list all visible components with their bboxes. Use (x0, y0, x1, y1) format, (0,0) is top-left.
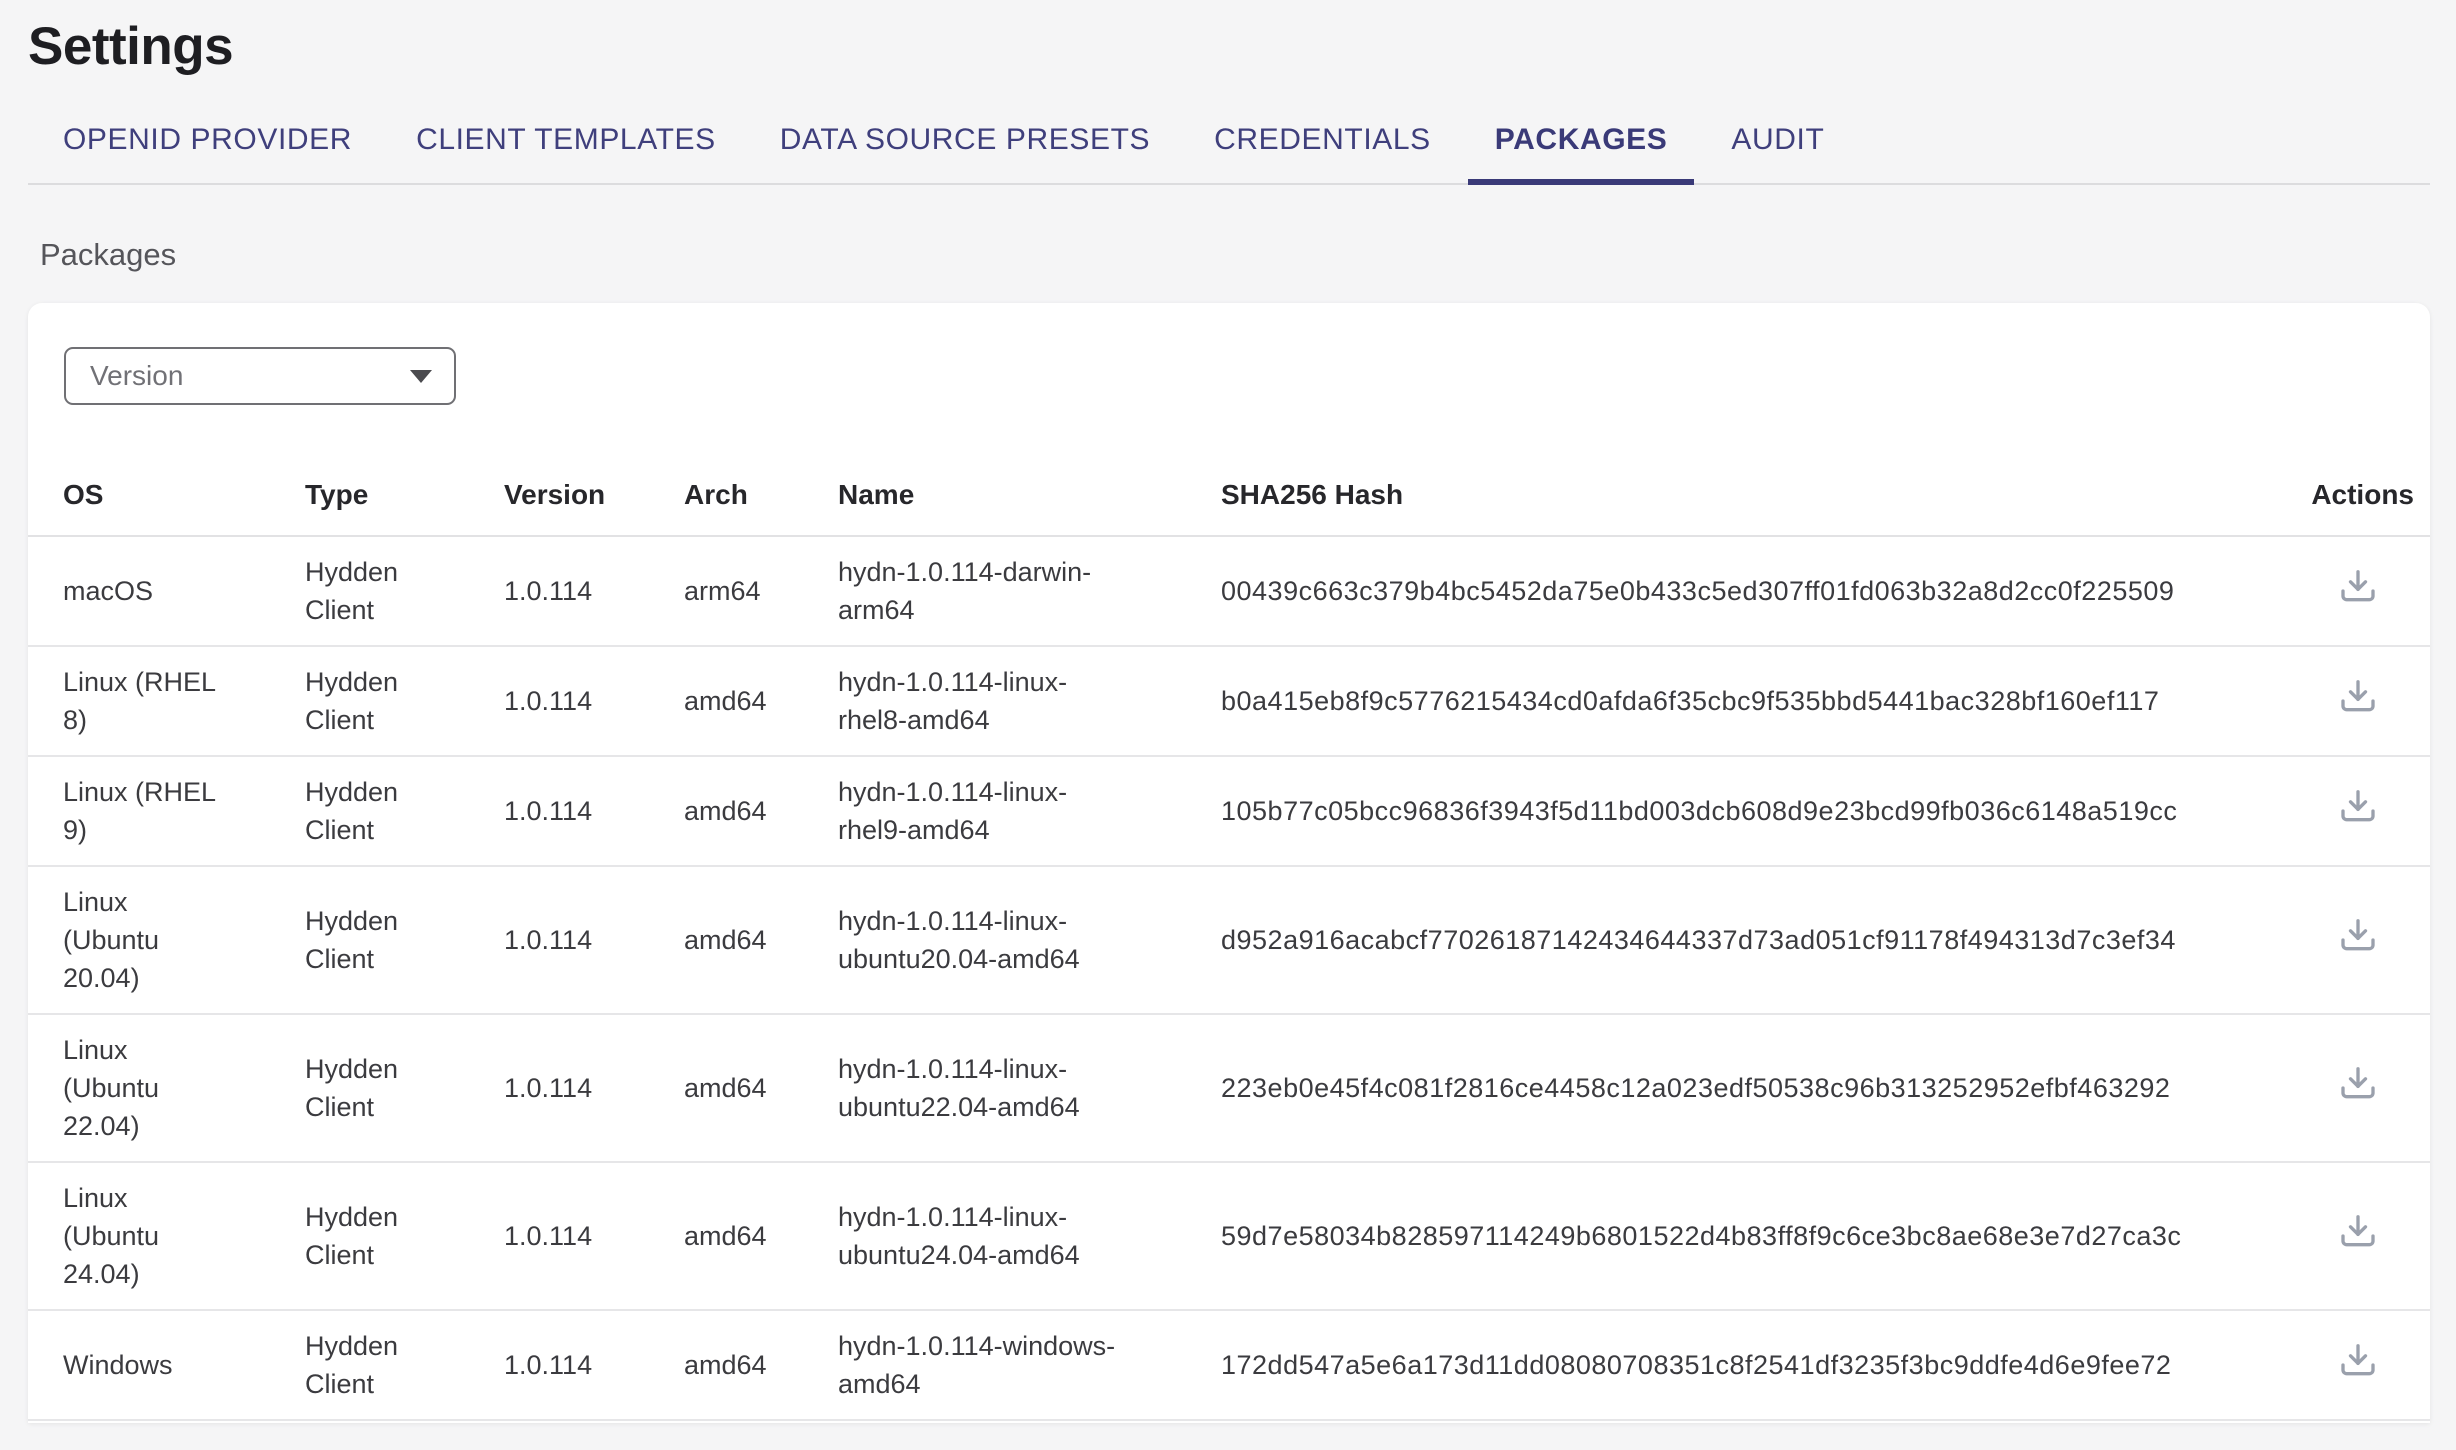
packages-card: Version OS Type Version Arch Name (28, 303, 2430, 1423)
cell-version: 1.0.114 (504, 536, 684, 646)
cell-os: Linux (Ubuntu 24.04) (28, 1162, 305, 1310)
cell-actions (2221, 756, 2430, 866)
download-icon (2338, 1340, 2378, 1380)
cell-os: Linux (RHEL 9) (28, 756, 305, 866)
cell-arch: amd64 (684, 1162, 838, 1310)
cell-os: Linux (Ubuntu 22.04) (28, 1014, 305, 1162)
tab-audit[interactable]: AUDIT (1704, 123, 1851, 183)
cell-type: Hydden Client (305, 756, 504, 866)
cell-name: hydn-1.0.114-linux- ubuntu24.04-amd64 (838, 1162, 1221, 1310)
cell-type: Hydden Client (305, 1310, 504, 1420)
cell-type: Hydden Client (305, 866, 504, 1014)
col-header-arch: Arch (684, 451, 838, 536)
table-row: Linux (Ubuntu 22.04) Hydden Client 1.0.1… (28, 1014, 2430, 1162)
chevron-down-icon (410, 370, 432, 383)
col-header-version: Version (504, 451, 684, 536)
download-icon (2338, 566, 2378, 606)
cell-sha256: 105b77c05bcc96836f3943f5d11bd003dcb608d9… (1221, 756, 2221, 866)
packages-table: OS Type Version Arch Name SHA256 Hash Ac… (28, 451, 2430, 1421)
cell-arch: amd64 (684, 1014, 838, 1162)
download-icon (2338, 1063, 2378, 1103)
tab-client-templates[interactable]: CLIENT TEMPLATES (389, 123, 743, 183)
cell-type: Hydden Client (305, 536, 504, 646)
cell-version: 1.0.114 (504, 756, 684, 866)
cell-sha256: 172dd547a5e6a173d11dd08080708351c8f2541d… (1221, 1310, 2221, 1420)
cell-name: hydn-1.0.114-linux- rhel8-amd64 (838, 646, 1221, 756)
settings-page: Settings OPENID PROVIDER CLIENT TEMPLATE… (0, 0, 2456, 1423)
cell-sha256: 59d7e58034b828597114249b6801522d4b83ff8f… (1221, 1162, 2221, 1310)
cell-arch: amd64 (684, 756, 838, 866)
tab-data-source-presets[interactable]: DATA SOURCE PRESETS (753, 123, 1177, 183)
col-header-type: Type (305, 451, 504, 536)
col-header-actions: Actions (2221, 451, 2430, 536)
cell-arch: amd64 (684, 1310, 838, 1420)
cell-os: Linux (Ubuntu 20.04) (28, 866, 305, 1014)
cell-type: Hydden Client (305, 1014, 504, 1162)
cell-os: Linux (RHEL 8) (28, 646, 305, 756)
cell-name: hydn-1.0.114-linux- rhel9-amd64 (838, 756, 1221, 866)
version-filter-label: Version (90, 360, 183, 392)
cell-actions (2221, 536, 2430, 646)
cell-sha256: 223eb0e45f4c081f2816ce4458c12a023edf5053… (1221, 1014, 2221, 1162)
tab-packages[interactable]: PACKAGES (1468, 123, 1695, 183)
settings-tabs: OPENID PROVIDER CLIENT TEMPLATES DATA SO… (28, 123, 2430, 185)
cell-version: 1.0.114 (504, 1310, 684, 1420)
page-title: Settings (28, 16, 2430, 77)
cell-name: hydn-1.0.114-windows- amd64 (838, 1310, 1221, 1420)
download-button[interactable] (2338, 676, 2378, 716)
cell-type: Hydden Client (305, 1162, 504, 1310)
table-header-row: OS Type Version Arch Name SHA256 Hash Ac… (28, 451, 2430, 536)
table-row: Windows Hydden Client 1.0.114 amd64 hydn… (28, 1310, 2430, 1420)
table-row: Linux (RHEL 8) Hydden Client 1.0.114 amd… (28, 646, 2430, 756)
download-button[interactable] (2338, 1340, 2378, 1380)
col-header-sha256: SHA256 Hash (1221, 451, 2221, 536)
cell-actions (2221, 646, 2430, 756)
cell-sha256: b0a415eb8f9c5776215434cd0afda6f35cbc9f53… (1221, 646, 2221, 756)
cell-os: Windows (28, 1310, 305, 1420)
download-button[interactable] (2338, 1211, 2378, 1251)
cell-name: hydn-1.0.114-linux- ubuntu20.04-amd64 (838, 866, 1221, 1014)
cell-name: hydn-1.0.114-linux- ubuntu22.04-amd64 (838, 1014, 1221, 1162)
download-icon (2338, 676, 2378, 716)
cell-version: 1.0.114 (504, 646, 684, 756)
cell-actions (2221, 1162, 2430, 1310)
section-title: Packages (40, 237, 2430, 273)
tab-openid-provider[interactable]: OPENID PROVIDER (36, 123, 379, 183)
table-row: Linux (Ubuntu 24.04) Hydden Client 1.0.1… (28, 1162, 2430, 1310)
cell-arch: amd64 (684, 866, 838, 1014)
download-icon (2338, 1211, 2378, 1251)
table-row: Linux (RHEL 9) Hydden Client 1.0.114 amd… (28, 756, 2430, 866)
cell-version: 1.0.114 (504, 866, 684, 1014)
download-button[interactable] (2338, 1063, 2378, 1103)
cell-arch: arm64 (684, 536, 838, 646)
cell-os: macOS (28, 536, 305, 646)
download-icon (2338, 786, 2378, 826)
cell-actions (2221, 1014, 2430, 1162)
download-button[interactable] (2338, 915, 2378, 955)
download-button[interactable] (2338, 566, 2378, 606)
col-header-name: Name (838, 451, 1221, 536)
cell-actions (2221, 866, 2430, 1014)
table-row: macOS Hydden Client 1.0.114 arm64 hydn-1… (28, 536, 2430, 646)
tab-credentials[interactable]: CREDENTIALS (1187, 123, 1458, 183)
download-icon (2338, 915, 2378, 955)
cell-version: 1.0.114 (504, 1014, 684, 1162)
download-button[interactable] (2338, 786, 2378, 826)
cell-sha256: d952a916acabcf77026187142434644337d73ad0… (1221, 866, 2221, 1014)
version-filter-dropdown[interactable]: Version (64, 347, 456, 405)
table-row: Linux (Ubuntu 20.04) Hydden Client 1.0.1… (28, 866, 2430, 1014)
cell-name: hydn-1.0.114-darwin- arm64 (838, 536, 1221, 646)
cell-sha256: 00439c663c379b4bc5452da75e0b433c5ed307ff… (1221, 536, 2221, 646)
cell-arch: amd64 (684, 646, 838, 756)
col-header-os: OS (28, 451, 305, 536)
cell-type: Hydden Client (305, 646, 504, 756)
cell-version: 1.0.114 (504, 1162, 684, 1310)
cell-actions (2221, 1310, 2430, 1420)
